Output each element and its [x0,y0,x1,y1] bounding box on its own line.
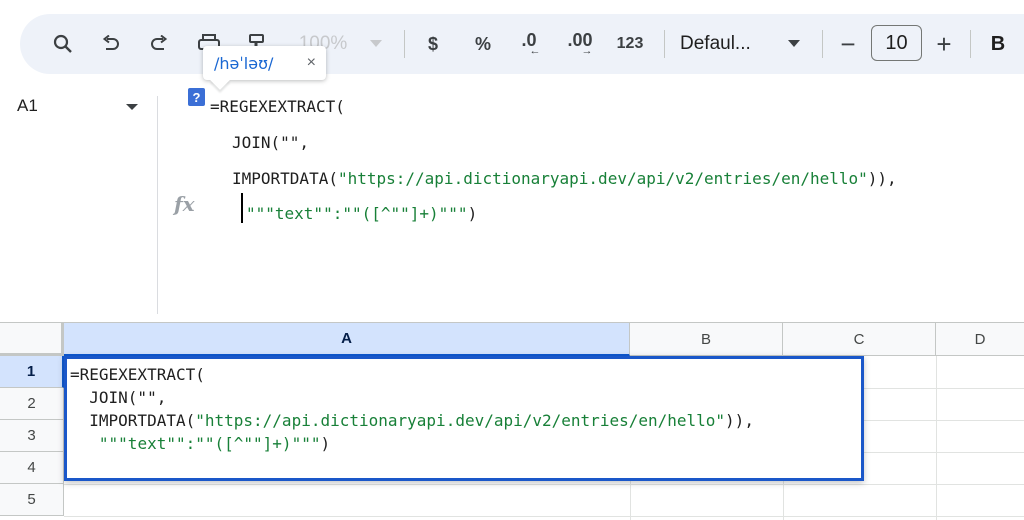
cell-line-3: IMPORTDATA("https://api.dictionaryapi.de… [70,411,754,430]
cell-token: IMPORTDATA( [70,411,196,430]
bold-button[interactable]: B [986,29,1010,59]
fx-icon: fx [174,192,195,216]
redo-icon[interactable] [144,29,174,59]
pronunciation-text: /həˈləʊ/ [214,53,274,73]
row-header-1[interactable]: 1 [0,356,64,388]
cell-token: ) [320,434,331,453]
cell-string: "https://api.dictionaryapi.dev/api/v2/en… [195,411,726,430]
cell-line-4: """text"":""([^""]+)""") [70,434,330,453]
increase-font-size-button[interactable]: + [932,29,956,59]
pronunciation-tooltip: /həˈləʊ/ × [203,46,326,90]
formula-string: """text"":""([^""]+)""" [246,204,468,223]
close-icon[interactable]: × [307,54,316,72]
decrease-font-size-button[interactable]: − [836,29,860,59]
cell-token: )), [725,411,754,430]
formula-line-1: =REGEXEXTRACT( [210,97,345,116]
number-format-button[interactable]: 123 [612,29,648,59]
increase-decimal-button[interactable]: .00 → [560,29,600,59]
decrease-decimal-button[interactable]: .0 ← [512,29,546,59]
row-header-2[interactable]: 2 [0,388,64,420]
search-menus-icon[interactable] [48,29,78,59]
formula-token: IMPORTDATA( [232,169,338,188]
row-header-3[interactable]: 3 [0,420,64,452]
text-cursor [241,193,243,223]
column-header-d[interactable]: D [936,323,1024,356]
arrow-left-icon: ← [529,45,541,57]
toolbar-divider [664,30,665,58]
formula-token: )), [867,169,897,188]
formula-help-icon[interactable]: ? [188,88,205,106]
font-family-select[interactable]: Defaul... [680,29,772,59]
cell-line-1: =REGEXEXTRACT( [70,365,205,384]
formula-line-4: """text"":""([^""]+)""") [246,204,477,223]
undo-icon[interactable] [96,29,126,59]
cell-line-2: JOIN("", [70,388,167,407]
column-header-a[interactable]: A [64,323,630,356]
grid-line [936,356,937,520]
spreadsheet-window: 100% $ % .0 ← .00 → 123 Defaul... − 10 +… [0,0,1024,520]
formula-token: ) [467,204,478,223]
arrow-right-icon: → [581,45,593,57]
percent-format-button[interactable]: % [470,29,496,59]
toolbar-divider [822,30,823,58]
font-size-input[interactable]: 10 [871,25,922,61]
toolbar-divider [404,30,405,58]
cell-string: """text"":""([^""]+)""" [98,434,321,453]
formula-line-3: IMPORTDATA("https://api.dictionaryapi.de… [232,169,897,188]
toolbar: 100% $ % .0 ← .00 → 123 Defaul... − 10 +… [20,14,1024,74]
font-dropdown-icon[interactable] [784,29,804,59]
row-header-4[interactable]: 4 [0,452,64,484]
cell-indent [70,434,99,453]
grid-line [64,484,1024,485]
column-header-b[interactable]: B [630,323,783,356]
name-box-dropdown-icon[interactable] [126,104,138,110]
formula-line-2: JOIN("", [232,133,310,152]
grid-line [64,516,1024,517]
column-header-c[interactable]: C [783,323,936,356]
zoom-dropdown-icon[interactable] [366,29,386,59]
select-all-corner[interactable] [0,323,64,356]
cell-editor-a1[interactable]: =REGEXEXTRACT( JOIN("", IMPORTDATA("http… [64,356,864,481]
toolbar-divider [970,30,971,58]
formula-bar-divider [157,96,158,314]
row-header-5[interactable]: 5 [0,484,64,516]
tooltip-arrow [210,70,230,90]
currency-format-button[interactable]: $ [420,29,446,59]
name-box[interactable]: A1 [17,96,38,116]
formula-string: "https://api.dictionaryapi.dev/api/v2/en… [337,169,868,188]
